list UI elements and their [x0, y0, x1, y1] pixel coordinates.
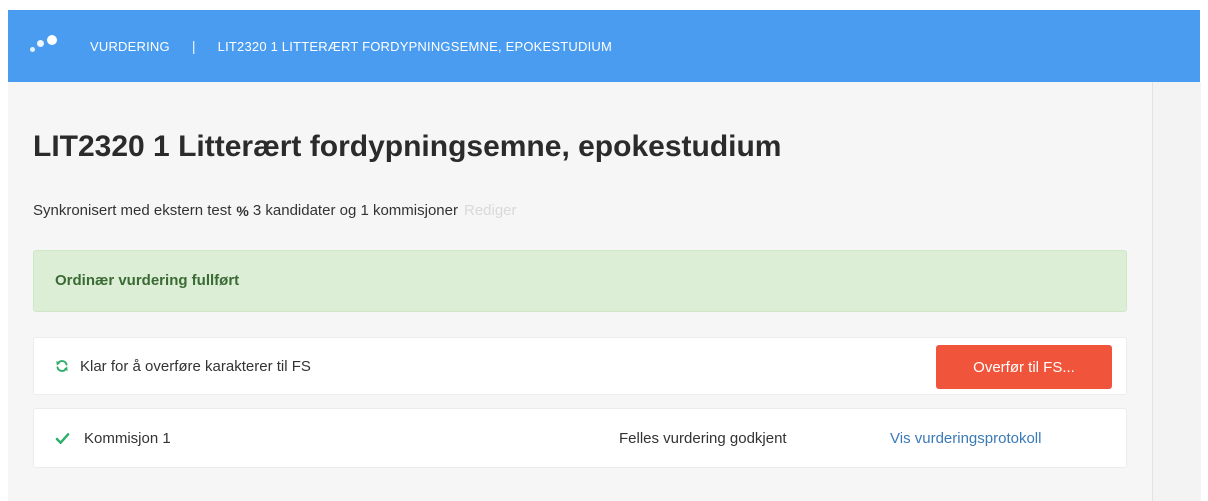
app-window: VURDERING | LIT2320 1 LITTERÆRT FORDYPNI… [0, 0, 1208, 501]
sync-status-line: Synkronisert med ekstern test % 3 kandid… [33, 202, 517, 219]
breadcrumb-course[interactable]: LIT2320 1 LITTERÆRT FORDYPNINGSEMNE, EPO… [218, 39, 612, 54]
refresh-icon [56, 360, 68, 372]
main-content: LIT2320 1 Litterært fordypningsemne, epo… [8, 82, 1152, 501]
breadcrumb-vurdering[interactable]: VURDERING [90, 39, 170, 54]
edit-link[interactable]: Rediger [464, 202, 517, 219]
right-side-panel [1152, 82, 1201, 501]
page-title: LIT2320 1 Litterært fordypningsemne, epo… [33, 130, 782, 163]
sync-text: Synkronisert med ekstern test [33, 202, 232, 219]
breadcrumb-separator: | [191, 38, 196, 54]
alert-text: Ordinær vurdering fullført [55, 272, 240, 289]
assessment-complete-alert: Ordinær vurdering fullført [33, 250, 1127, 312]
sync-details: 3 kandidater og 1 kommisjoner [252, 202, 458, 219]
transfer-panel: Klar for å overføre karakterer til FS Ov… [33, 337, 1127, 395]
view-protocol-link[interactable]: Vis vurderingsprotokoll [890, 430, 1041, 447]
commission-status: Felles vurdering godkjent [619, 430, 787, 447]
dots-logo-icon[interactable] [24, 31, 64, 61]
commission-name: Kommisjon 1 [84, 430, 171, 447]
check-icon [55, 433, 70, 444]
top-navigation-bar: VURDERING | LIT2320 1 LITTERÆRT FORDYPNI… [8, 10, 1200, 82]
commission-row: Kommisjon 1 Felles vurdering godkjent Vi… [33, 408, 1127, 468]
transfer-status-text: Klar for å overføre karakterer til FS [80, 358, 311, 375]
link-icon: % [236, 202, 249, 219]
transfer-to-fs-button[interactable]: Overfør til FS... [936, 345, 1112, 389]
